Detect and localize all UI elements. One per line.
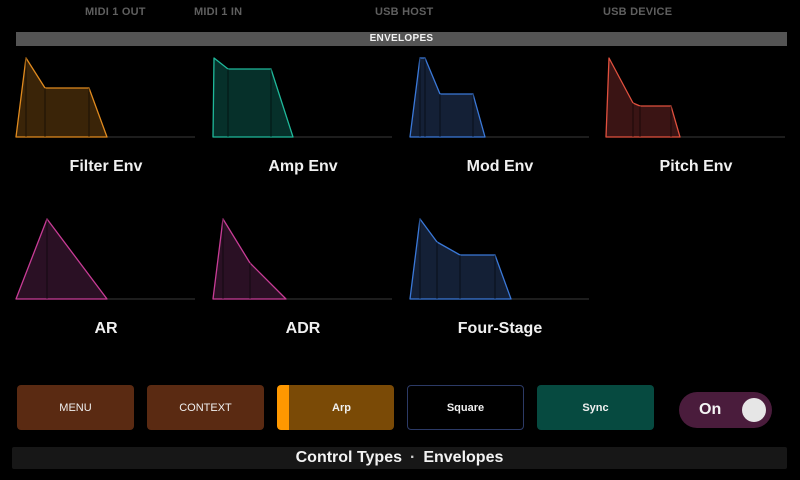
toggle-knob[interactable] (742, 398, 766, 422)
envelope-curve (212, 57, 294, 138)
envelope-graph (212, 57, 392, 138)
envelope-curve (605, 57, 681, 138)
envelope-label: Pitch Env (659, 158, 733, 175)
footer-section-title: Envelopes (423, 449, 504, 466)
midi-in-label: MIDI 1 IN (194, 6, 243, 18)
envelope-graph (212, 218, 392, 300)
footer-breadcrumb: Control Types · Envelopes (12, 447, 787, 469)
envelope-label: ADR (285, 320, 321, 337)
usb-device-label: USB DEVICE (603, 6, 673, 18)
envelope-label: Mod Env (466, 158, 534, 175)
context-button[interactable]: CONTEXT (147, 385, 264, 430)
arp-button[interactable]: Arp (277, 385, 394, 430)
footer-page-title: Control Types (295, 449, 402, 466)
toggle-label: On (699, 401, 722, 418)
envelope-label: Four-Stage (457, 320, 543, 337)
envelope-graph (15, 57, 195, 138)
section-header: ENVELOPES (16, 32, 787, 46)
envelope-label: Amp Env (268, 158, 338, 175)
envelope-curve (409, 57, 486, 138)
envelope-control-four-stage[interactable]: Four-Stage (409, 218, 590, 348)
envelope-graph (15, 218, 195, 300)
envelope-control-adr[interactable]: ADR (212, 218, 393, 348)
envelope-label: Filter Env (69, 158, 143, 175)
sync-button[interactable]: Sync (537, 385, 654, 430)
on-off-toggle[interactable]: On (679, 392, 772, 428)
footer-separator: · (410, 449, 416, 466)
envelope-control-amp[interactable]: Amp Env (212, 57, 393, 187)
envelope-control-ar[interactable]: AR (15, 218, 196, 348)
envelope-graph (605, 57, 785, 138)
envelope-curve (15, 218, 108, 300)
envelope-control-pitch[interactable]: Pitch Env (605, 57, 786, 187)
envelope-graph (409, 218, 589, 300)
midi-out-label: MIDI 1 OUT (85, 6, 146, 18)
envelope-graph (409, 57, 589, 138)
envelope-control-mod[interactable]: Mod Env (409, 57, 590, 187)
menu-button[interactable]: MENU (17, 385, 134, 430)
envelope-label: AR (94, 320, 118, 337)
usb-host-label: USB HOST (375, 6, 434, 18)
envelope-control-filter[interactable]: Filter Env (15, 57, 196, 187)
square-button[interactable]: Square (407, 385, 524, 430)
envelope-curve (15, 57, 108, 138)
